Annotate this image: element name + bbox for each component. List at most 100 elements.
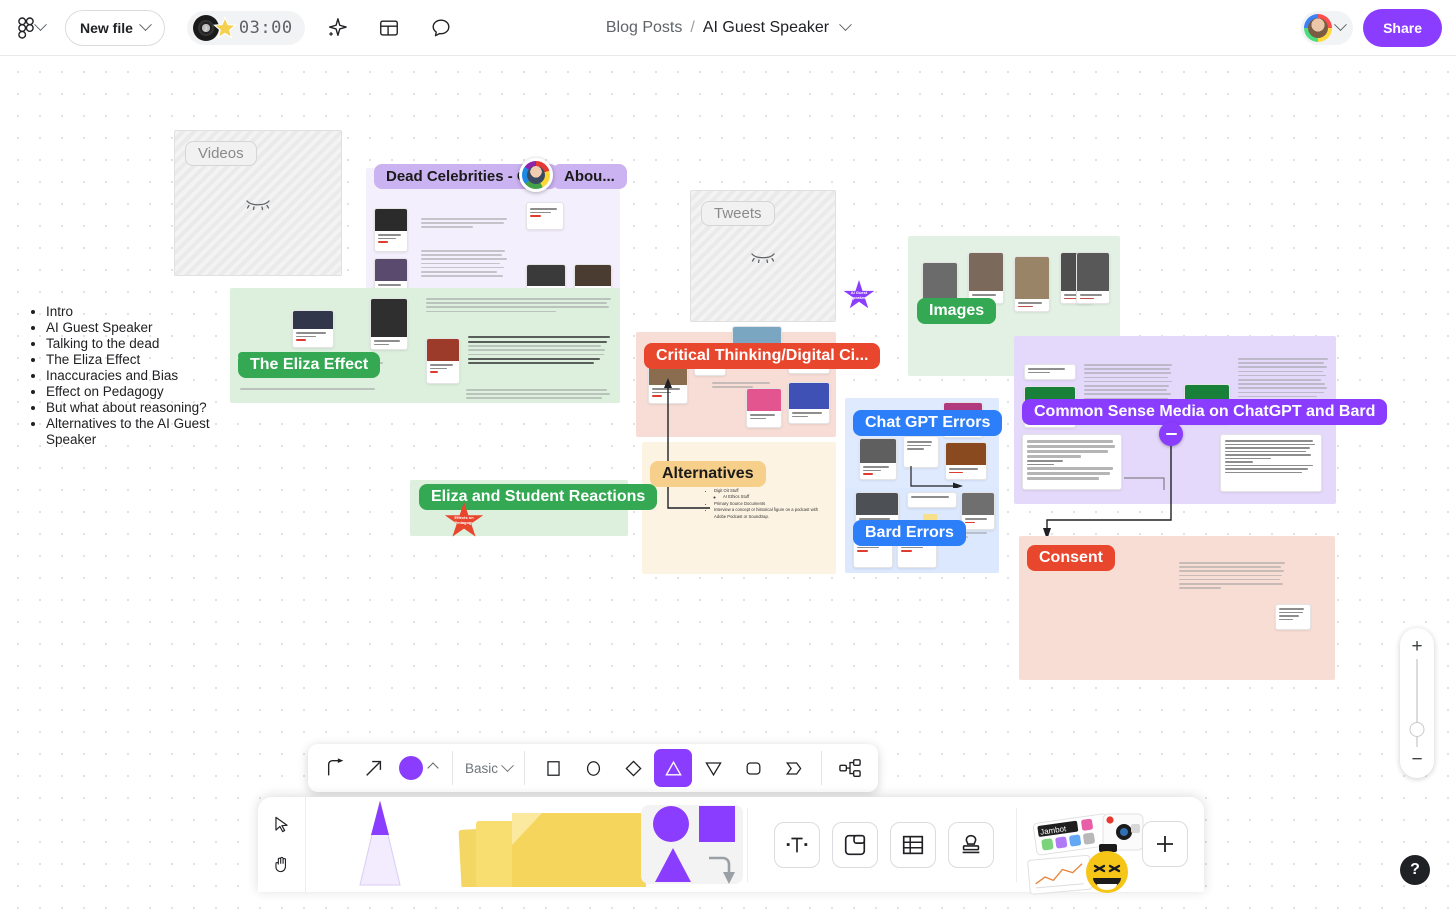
timer-widget[interactable]: ♪ 03:00 — [186, 10, 305, 45]
card-thumb[interactable] — [1076, 252, 1110, 304]
closed-eye-icon — [751, 253, 775, 263]
outline-item: Alternatives to the AI Guest Speaker — [46, 416, 236, 447]
shape-triangle-down[interactable] — [694, 749, 732, 787]
shape-rounded-rect[interactable] — [734, 749, 772, 787]
share-button[interactable]: Share — [1363, 8, 1442, 47]
diagram-tool[interactable] — [831, 749, 869, 787]
sparkle-icon[interactable] — [317, 8, 357, 48]
card-thumb[interactable] — [907, 492, 957, 508]
card-thumb[interactable] — [426, 338, 460, 384]
section-dead-celebrities-label-right[interactable]: Abou... — [552, 164, 627, 189]
zoom-control: + − — [1400, 628, 1434, 778]
card-thumb[interactable] — [961, 492, 995, 530]
help-button[interactable]: ? — [1400, 855, 1430, 885]
sticky-note-tool[interactable] — [456, 811, 652, 892]
section-critical-thinking-label[interactable]: Critical Thinking/Digital Ci... — [644, 343, 881, 369]
body-text — [1179, 562, 1285, 591]
table-tool[interactable] — [889, 821, 936, 868]
body-text — [421, 250, 507, 279]
card-thumb[interactable] — [1014, 256, 1050, 312]
card-thumb[interactable] — [968, 252, 1004, 304]
section-videos-label[interactable]: Videos — [185, 141, 257, 166]
body-text — [468, 336, 611, 367]
shape-diamond[interactable] — [614, 749, 652, 787]
arrow-up-right-icon — [366, 760, 382, 776]
add-more-button[interactable] — [1142, 821, 1188, 867]
chevron-down-icon[interactable] — [839, 18, 852, 32]
body-text — [426, 298, 611, 315]
cursor-tool[interactable] — [264, 809, 300, 841]
text-tool[interactable] — [773, 821, 820, 868]
zoom-in-button[interactable]: + — [1411, 637, 1422, 656]
figjam-logo-glyph — [18, 16, 34, 39]
shape-style-dropdown[interactable]: Basic — [453, 758, 524, 776]
section-tweets-label[interactable]: Tweets — [701, 201, 775, 226]
section-tweets[interactable]: Tweets — [690, 190, 836, 322]
card-thumb[interactable] — [526, 202, 564, 230]
zoom-slider-handle[interactable] — [1409, 722, 1425, 737]
marker-tool[interactable] — [348, 799, 412, 892]
section-bard-errors-label[interactable]: Bard Errors — [853, 520, 966, 546]
stamp-icon — [962, 834, 980, 853]
avatar-menu[interactable] — [1301, 10, 1354, 45]
outline-item: Effect on Pedagogy — [46, 384, 236, 400]
widgets-tool[interactable]: Jambot — [1021, 797, 1204, 895]
section-eliza-effect-label[interactable]: The Eliza Effect — [238, 352, 381, 378]
frame-tool[interactable] — [831, 821, 878, 868]
marker-pen-icon — [359, 800, 401, 886]
card-thumb[interactable] — [788, 382, 830, 424]
purple-star-sticker[interactable]: AI Guest Speakers — [843, 280, 875, 309]
card-thumb[interactable] — [370, 298, 408, 350]
card-thumb[interactable] — [1275, 604, 1311, 630]
card-thumb[interactable] — [859, 438, 897, 480]
timer-value: 03:00 — [238, 17, 293, 38]
elbow-connector-tool[interactable] — [317, 749, 355, 787]
section-common-sense-media-label[interactable]: Common Sense Media on ChatGPT and Bard — [1022, 399, 1388, 425]
hand-icon — [275, 856, 287, 873]
comment-bubble-icon[interactable] — [421, 8, 461, 48]
card-thumb[interactable] — [292, 310, 334, 348]
section-images-label[interactable]: Images — [917, 298, 997, 324]
card-thumb[interactable] — [374, 208, 408, 252]
zoom-slider[interactable] — [1409, 659, 1425, 747]
section-eliza-effect[interactable] — [230, 288, 620, 403]
outline-item: Inaccuracies and Bias — [46, 368, 236, 384]
stamp-tool[interactable] — [947, 821, 994, 868]
color-swatch[interactable] — [399, 756, 423, 780]
body-text — [240, 388, 385, 392]
straight-arrow-tool[interactable] — [355, 749, 393, 787]
shape-pentagon-arrow[interactable] — [774, 749, 812, 787]
rounded-rect-icon — [746, 761, 760, 775]
zoom-out-button[interactable]: − — [1411, 750, 1422, 769]
section-alternatives-label[interactable]: Alternatives — [650, 461, 766, 487]
section-consent-label[interactable]: Consent — [1027, 545, 1115, 571]
section-videos[interactable]: Videos — [174, 130, 342, 276]
outline-item: The Eliza Effect — [46, 352, 236, 368]
connector-to-consent[interactable] — [1035, 432, 1185, 542]
card-thumb[interactable] — [1024, 364, 1076, 380]
card-thumb[interactable] — [1220, 434, 1322, 492]
connector-collapse-handle[interactable] — [1159, 422, 1183, 446]
alternatives-item: Interview a concept or historical figure… — [714, 507, 824, 520]
shape-triangle[interactable] — [654, 749, 693, 787]
new-file-button[interactable]: New file — [65, 9, 165, 46]
pentagon-arrow-icon — [785, 761, 801, 775]
hand-tool[interactable] — [264, 849, 300, 881]
closed-eye-icon — [246, 200, 270, 210]
figjam-logo-icon[interactable] — [14, 13, 49, 43]
shape-square[interactable] — [534, 749, 572, 787]
section-chatgpt-errors-label[interactable]: Chat GPT Errors — [853, 410, 1003, 436]
breadcrumb-parent[interactable]: Blog Posts — [606, 19, 682, 37]
card-thumb[interactable] — [746, 388, 782, 428]
main-toolbar: Jambot — [258, 797, 1204, 895]
page-title[interactable]: AI Guest Speaker — [703, 19, 829, 37]
shape-circle[interactable] — [574, 749, 612, 787]
layout-panel-icon[interactable] — [369, 8, 409, 48]
square-icon — [546, 760, 560, 776]
section-eliza-reactions-label[interactable]: Eliza and Student Reactions — [419, 484, 658, 510]
shapes-tool[interactable] — [641, 805, 743, 884]
color-chevron-up-icon[interactable] — [423, 749, 443, 787]
body-text — [421, 218, 507, 231]
frame-icon — [844, 834, 865, 855]
card-thumb[interactable] — [903, 436, 939, 468]
